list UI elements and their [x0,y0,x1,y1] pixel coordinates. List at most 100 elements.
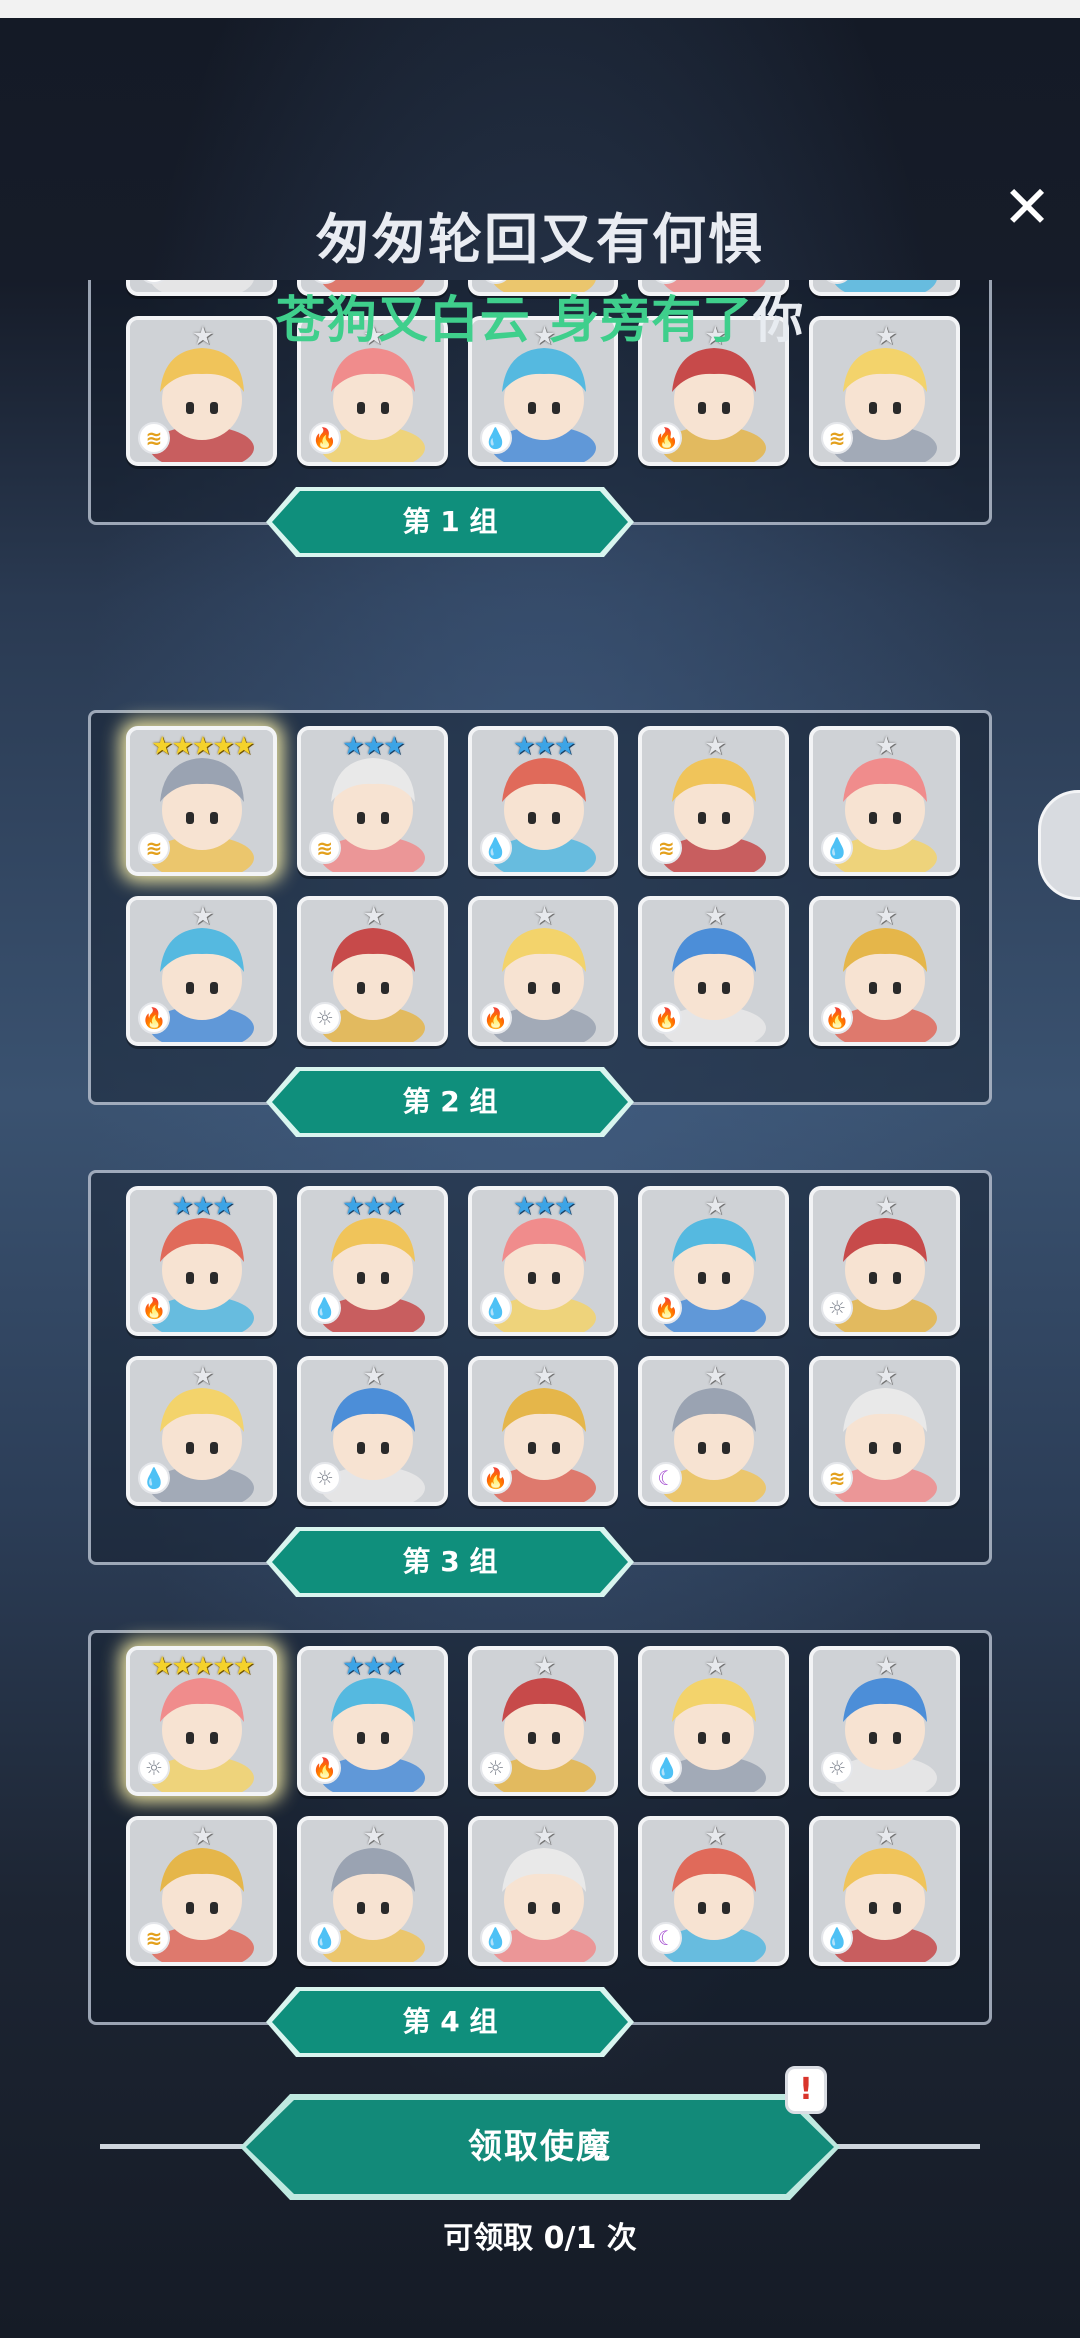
lyric-subtitle: 苍狗又白云 身旁有了你 [0,280,1080,352]
group-label: 第 4 组 [272,1991,628,2053]
star-rating-icon: ★★★ [342,1191,405,1220]
close-button[interactable]: ✕ [1000,178,1054,236]
star-rating-icon: ★ [362,901,385,930]
star-rating-icon: ★ [533,1821,555,1850]
star-rating-icon: ★ [533,901,555,930]
star-rating-icon: ★ [874,901,897,930]
familiar-card-visor-knight[interactable]: ★ 💧 [296,1816,448,1966]
water-element-icon: 💧 [479,832,512,864]
star-rating-icon: ★ [874,1361,897,1390]
familiar-card-blue-fish-beast[interactable]: ★★★ 💧 [296,1186,448,1336]
fire-element-icon: 🔥 [650,1002,683,1034]
water-element-icon: 💧 [308,1292,341,1324]
star-rating-icon: ★ [874,1191,897,1220]
familiar-grid: ★★★★★ ≋ ★★★ ≋ ★★★ 💧 ★ ≋ ★ 💧 ★ 🔥 ★ ☼ ★ 🔥 … [126,726,960,1066]
group-label: 第 1 组 [272,491,628,553]
group-list[interactable]: 苍狗又白云 身旁有了你 ★★★💧 ★≋ ★☼ ★☼ ★🔥 [0,280,1080,2060]
star-rating-icon: ★ [874,731,897,760]
familiar-card-bone-dragon[interactable]: ★ ☼ [467,1646,619,1796]
fire-element-icon: 🔥 [479,1462,512,1494]
water-element-icon: 💧 [308,1922,341,1954]
familiar-card-crowned-princess[interactable]: ★★★ 💧 [467,1186,619,1336]
light-element-icon: ☼ [138,1752,170,1784]
familiar-card-bow-girl[interactable]: ★ ☼ [296,1356,448,1506]
light-element-icon: ☼ [479,1752,512,1784]
water-element-icon: 💧 [479,1922,512,1954]
wind-element-icon: ≋ [138,422,170,454]
wind-element-icon: ≋ [308,832,341,864]
group-panel: ★★★★★ ≋ ★★★ ≋ ★★★ 💧 ★ ≋ ★ 💧 ★ 🔥 ★ ☼ ★ 🔥 … [88,710,992,1105]
familiar-card-white-witch[interactable]: ★ ☼ [296,896,448,1046]
star-rating-icon: ★ [191,1821,214,1850]
familiar-grid: ★★★ 🔥 ★★★ 💧 ★★★ 💧 ★ 🔥 ★ ☼ ★ 💧 ★ ☼ ★ 🔥 ★ … [126,1186,960,1526]
page-title: 匆匆轮回又有何惧 [316,208,764,271]
star-rating-icon: ★ [874,1821,897,1850]
star-rating-icon: ★ [704,901,726,930]
familiar-row: ★ 🔥 ★ ☼ ★ 🔥 ★ 🔥 ★ 🔥 [126,896,960,1046]
familiar-card-ponytail-mask-girl[interactable]: ★★★ 🔥 [126,1186,277,1336]
familiar-card-blue-cat[interactable]: ★ 💧 [809,726,960,876]
fire-element-icon: 🔥 [308,1752,341,1784]
familiar-card-bandaged-blue[interactable]: ★ 💧 [126,1356,277,1506]
familiar-card-silver-priestess[interactable]: ★★★★★ ☼ [126,1646,277,1796]
star-rating-icon: ★★★★★ [150,1651,255,1680]
star-rating-icon: ★ [874,1651,897,1680]
familiar-card-golden-lion[interactable]: ★★★ ≋ [296,726,448,876]
familiar-card-gray-knight-helmet[interactable]: ★★★★★ ≋ [126,726,277,876]
star-rating-icon: ★ [704,1191,726,1220]
familiar-card-unicorn-dragon[interactable]: ★ 🔥 [809,896,960,1046]
familiar-card-red-fox-ninja[interactable]: ★ 🔥 [467,1356,619,1506]
group-label: 第 2 组 [272,1071,628,1133]
familiar-row: ★★★ 🔥 ★★★ 💧 ★★★ 💧 ★ 🔥 ★ ☼ [126,1186,960,1336]
familiar-card-pink-horned-girl[interactable]: ★ 🔥 [638,896,790,1046]
wind-element-icon: ≋ [138,832,170,864]
star-rating-icon: ★ [533,1361,555,1390]
fire-element-icon: 🔥 [308,422,341,454]
familiar-card-purple-hair-mage[interactable]: ★ ☾ [638,1356,790,1506]
group-panel: ★★★★★ ☼ ★★★ 🔥 ★ ☼ ★ 💧 ★ ☼ ★ ≋ ★ 💧 ★ 💧 ★ … [88,1630,992,2025]
fire-element-icon: 🔥 [650,1292,683,1324]
familiar-card-red-fuzzball[interactable]: ★ 🔥 [638,1186,790,1336]
water-element-icon: 💧 [479,1292,512,1324]
star-rating-icon: ★★★ [342,1651,405,1680]
familiar-card-purple-slime[interactable]: ★ ☾ [638,1816,790,1966]
familiar-card-visor-knight-2[interactable]: ★ 💧 [467,1816,619,1966]
star-rating-icon: ★ [704,1361,726,1390]
familiar-card-blue-hair-horned[interactable]: ★ 💧 [809,1816,960,1966]
familiar-card-blue-golem[interactable]: ★★★ 💧 [467,726,619,876]
game-screen: 匆匆轮回又有何惧 ✕ 苍狗又白云 身旁有了你 ★★★💧 ★≋ ★☼ ★☼ [0,0,1080,2338]
water-element-icon: 💧 [650,1752,683,1784]
star-rating-icon: ★★★ [171,1191,234,1220]
star-rating-icon: ★★★ [512,1191,576,1220]
star-rating-icon: ★ [704,731,726,760]
fire-element-icon: 🔥 [821,1002,854,1034]
alert-icon: ! [785,2066,827,2114]
claim-familiar-button[interactable]: 领取使魔 [246,2100,834,2194]
wind-element-icon: ≋ [138,1922,170,1954]
status-bar [0,0,1080,18]
familiar-card-red-block-hero[interactable]: ★ 🔥 [467,896,619,1046]
familiar-grid: ★★★★★ ☼ ★★★ 🔥 ★ ☼ ★ 💧 ★ ☼ ★ ≋ ★ 💧 ★ 💧 ★ … [126,1646,960,1986]
familiar-card-gold-helmet-hero[interactable]: ★ ≋ [126,1816,277,1966]
familiar-card-gray-fuzzball[interactable]: ★ ☼ [809,1186,960,1336]
claim-count-text: 可领取 0/1 次 [443,2221,637,2256]
light-element-icon: ☼ [821,1292,854,1324]
familiar-card-turban-cat[interactable]: ★ ≋ [638,726,790,876]
light-element-icon: ☼ [308,1002,341,1034]
familiar-card-blue-ghost[interactable]: ★ 💧 [638,1646,790,1796]
star-rating-icon: ★★★★★ [150,731,255,760]
star-rating-icon: ★ [704,1651,726,1680]
water-element-icon: 💧 [821,832,854,864]
familiar-card-golden-winged-knight[interactable]: ★ ≋ [809,1356,960,1506]
fire-element-icon: 🔥 [138,1002,170,1034]
familiar-card-red-golem[interactable]: ★★★ 🔥 [296,1646,448,1796]
familiar-row: ★ ≋ ★ 💧 ★ 💧 ★ ☾ ★ 💧 [126,1816,960,1966]
star-rating-icon: ★ [191,1361,214,1390]
wind-element-icon: ≋ [821,1462,854,1494]
familiar-row: ★★★★★ ≋ ★★★ ≋ ★★★ 💧 ★ ≋ ★ 💧 [126,726,960,876]
star-rating-icon: ★★★ [342,731,405,760]
water-element-icon: 💧 [138,1462,170,1494]
familiar-card-fox-eared-girl[interactable]: ★ 🔥 [126,896,277,1046]
familiar-card-silver-hair-knight[interactable]: ★ ☼ [809,1646,960,1796]
familiar-row: ★★★★★ ☼ ★★★ 🔥 ★ ☼ ★ 💧 ★ ☼ [126,1646,960,1796]
